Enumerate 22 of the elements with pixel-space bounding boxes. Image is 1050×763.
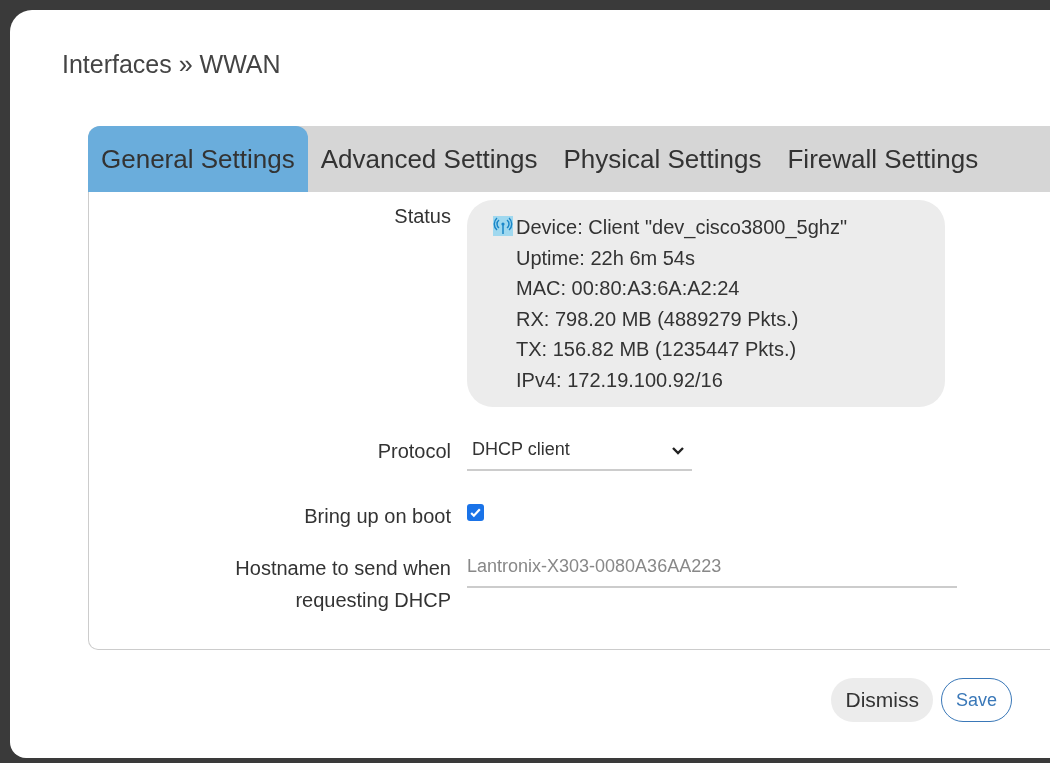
check-icon bbox=[469, 506, 482, 519]
tab[interactable]: Advanced Settings bbox=[307, 126, 551, 192]
status-line: RX: 798.20 MB (4889279 Pkts.) bbox=[516, 306, 800, 332]
status-line: MAC: 00:80:A3:6A:A2:24 bbox=[516, 276, 741, 301]
antenna-icon bbox=[493, 216, 513, 236]
hostname-field[interactable]: Lantronix-X303-0080A36AA223 bbox=[467, 552, 957, 588]
save-button[interactable]: Save bbox=[940, 678, 1012, 722]
tab[interactable]: General Settings bbox=[88, 126, 308, 192]
dismiss-button[interactable]: Dismiss bbox=[831, 678, 933, 722]
status-line: Uptime: 22h 6m 54s bbox=[516, 245, 696, 271]
field-label: Bring up on boot bbox=[304, 504, 451, 529]
field-label: Hostname to send when requesting DHCP bbox=[234, 556, 451, 613]
protocol-select[interactable]: DHCP client bbox=[467, 435, 692, 471]
field-label: Status bbox=[394, 204, 451, 229]
status-line: Device: Client "dev_cisco3800_5ghz" bbox=[516, 215, 848, 241]
checkbox[interactable] bbox=[467, 504, 484, 521]
dialog-title: Interfaces » WWAN bbox=[62, 49, 282, 80]
tab[interactable]: Physical Settings bbox=[550, 126, 775, 192]
status-line: TX: 156.82 MB (1235447 Pkts.) bbox=[516, 337, 798, 362]
status-line: IPv4: 172.19.100.92/16 bbox=[516, 367, 724, 393]
field-label: Protocol bbox=[377, 439, 451, 464]
tab[interactable]: Firewall Settings bbox=[774, 126, 992, 192]
